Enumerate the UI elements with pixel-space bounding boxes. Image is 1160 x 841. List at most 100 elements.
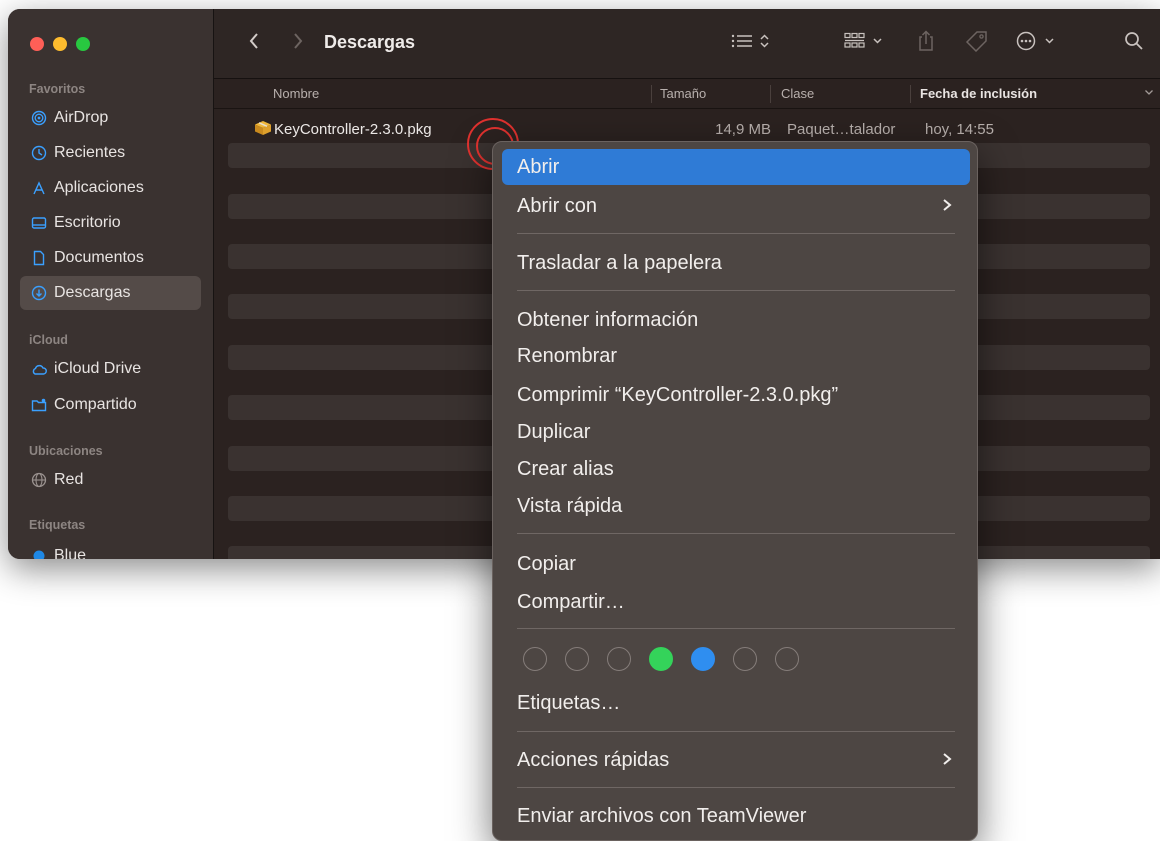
chevron-right-icon <box>292 32 304 55</box>
menu-item-duplicar[interactable]: Duplicar <box>502 414 970 450</box>
menu-item-abrir[interactable]: Abrir <box>502 149 970 185</box>
menu-item-enviar-teamviewer[interactable]: Enviar archivos con TeamViewer <box>502 798 970 834</box>
sort-chevron-icon[interactable] <box>1144 85 1154 100</box>
chevron-left-icon <box>248 32 260 55</box>
menu-item-crear-alias[interactable]: Crear alias <box>502 451 970 487</box>
sidebar-section-ubicaciones: Ubicaciones <box>29 444 103 458</box>
sidebar-section-etiquetas: Etiquetas <box>29 518 86 532</box>
menu-item-obtener-informacion[interactable]: Obtener información <box>502 302 970 338</box>
group-button[interactable] <box>840 29 892 57</box>
menu-separator <box>517 628 955 629</box>
applications-icon <box>30 179 48 197</box>
menu-item-label: Compartir… <box>517 590 625 613</box>
menu-separator <box>517 233 955 234</box>
column-name[interactable]: Nombre <box>273 86 319 101</box>
sidebar-section-favoritos: Favoritos <box>29 82 86 96</box>
column-kind[interactable]: Clase <box>781 86 814 101</box>
column-divider[interactable] <box>770 85 771 103</box>
menu-item-comprimir[interactable]: Comprimir “KeyController-2.3.0.pkg” <box>502 377 970 413</box>
sidebar-item-icloud-drive[interactable]: iCloud Drive <box>20 352 201 386</box>
column-divider[interactable] <box>651 85 652 103</box>
menu-item-label: Etiquetas… <box>517 691 621 714</box>
menu-item-label: Vista rápida <box>517 494 623 517</box>
column-divider[interactable] <box>910 85 911 103</box>
tag-icon <box>964 30 990 57</box>
forward-button[interactable] <box>284 29 312 57</box>
document-icon <box>30 249 48 267</box>
sidebar-item-compartido[interactable]: Compartido <box>20 388 201 422</box>
menu-separator <box>517 533 955 534</box>
sidebar-item-label: Documentos <box>54 249 144 266</box>
sidebar-item-label: iCloud Drive <box>54 360 142 377</box>
back-button[interactable] <box>240 29 268 57</box>
tag-dot[interactable] <box>565 647 589 671</box>
sidebar-section-icloud: iCloud <box>29 333 68 347</box>
column-header: Nombre Tamaño Clase Fecha de inclusión <box>214 79 1160 109</box>
window-controls <box>30 37 90 51</box>
menu-item-label: Trasladar a la papelera <box>517 251 722 274</box>
window-title: Descargas <box>324 32 416 52</box>
tag-dot-green[interactable] <box>649 647 673 671</box>
sidebar-item-aplicaciones[interactable]: Aplicaciones <box>20 171 201 205</box>
network-icon <box>30 471 48 489</box>
menu-item-renombrar[interactable]: Renombrar <box>502 338 970 374</box>
menu-item-label: Enviar archivos con TeamViewer <box>517 804 807 827</box>
sidebar-item-label: AirDrop <box>54 109 109 126</box>
column-date[interactable]: Fecha de inclusión <box>920 86 1037 101</box>
ellipsis-circle-icon <box>1016 31 1062 56</box>
menu-item-label: Duplicar <box>517 420 591 443</box>
file-date: hoy, 14:55 <box>925 121 994 138</box>
menu-item-label: Abrir <box>517 155 560 178</box>
search-button[interactable] <box>1120 29 1148 57</box>
sidebar-item-label: Escritorio <box>54 214 121 231</box>
maximize-window-button[interactable] <box>76 37 90 51</box>
clock-icon <box>30 144 48 162</box>
menu-item-etiquetas[interactable]: Etiquetas… <box>502 685 970 721</box>
desktop-icon <box>30 214 48 232</box>
download-icon <box>30 284 48 302</box>
menu-separator <box>517 731 955 732</box>
menu-item-trasladar-papelera[interactable]: Trasladar a la papelera <box>502 245 970 281</box>
sidebar-item-label: Aplicaciones <box>54 179 144 196</box>
file-kind: Paquet…talador <box>787 121 896 138</box>
sidebar-item-red[interactable]: Red <box>20 463 201 497</box>
menu-separator <box>517 290 955 291</box>
sidebar-item-label: Descargas <box>54 284 131 301</box>
toolbar: Descargas <box>214 9 1160 79</box>
tag-dot[interactable] <box>523 647 547 671</box>
menu-item-acciones-rapidas[interactable]: Acciones rápidas <box>502 742 970 778</box>
more-actions-button[interactable] <box>1014 29 1064 57</box>
sidebar-item-descargas[interactable]: Descargas <box>20 276 201 310</box>
airdrop-icon <box>30 109 48 127</box>
tag-dot-icon <box>30 547 48 559</box>
tag-dot[interactable] <box>733 647 757 671</box>
sidebar-item-documentos[interactable]: Documentos <box>20 241 201 275</box>
search-icon <box>1124 31 1144 56</box>
tag-dot[interactable] <box>607 647 631 671</box>
sidebar-item-label: Recientes <box>54 144 126 161</box>
menu-item-copiar[interactable]: Copiar <box>502 546 970 582</box>
shared-folder-icon <box>30 396 48 414</box>
tag-dot[interactable] <box>775 647 799 671</box>
menu-item-vista-rapida[interactable]: Vista rápida <box>502 488 970 524</box>
context-menu: Abrir Abrir con Trasladar a la papelera … <box>492 141 978 841</box>
menu-item-label: Obtener información <box>517 308 699 331</box>
view-mode-button[interactable] <box>728 29 780 57</box>
column-size[interactable]: Tamaño <box>660 86 706 101</box>
sidebar-item-escritorio[interactable]: Escritorio <box>20 206 201 240</box>
menu-item-label: Renombrar <box>517 344 618 367</box>
sidebar-item-tag-blue[interactable]: Blue <box>20 539 201 559</box>
menu-item-compartir[interactable]: Compartir… <box>502 584 970 620</box>
sidebar-item-airdrop[interactable]: AirDrop <box>20 101 201 135</box>
menu-item-abrir-con[interactable]: Abrir con <box>502 188 970 224</box>
tag-button[interactable] <box>960 29 994 57</box>
minimize-window-button[interactable] <box>53 37 67 51</box>
menu-item-label: Copiar <box>517 552 576 575</box>
share-button[interactable] <box>912 29 940 57</box>
close-window-button[interactable] <box>30 37 44 51</box>
sidebar-item-label: Red <box>54 471 84 488</box>
table-row[interactable]: KeyController-2.3.0.pkg 14,9 MB Paquet…t… <box>214 117 1160 141</box>
tag-dot-blue[interactable] <box>691 647 715 671</box>
sidebar-item-recientes[interactable]: Recientes <box>20 136 201 170</box>
sidebar-item-label: Compartido <box>54 396 137 413</box>
